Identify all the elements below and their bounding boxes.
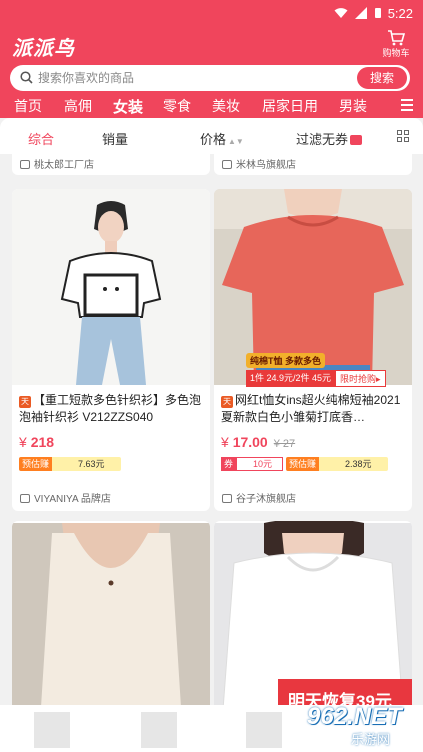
tab-womens-clothing[interactable]: 女装 bbox=[113, 96, 143, 120]
promo-banner: 纯棉T恤 多款多色 1件 24.9元/2件 45元 限时抢购▸ bbox=[246, 353, 386, 387]
shop-row: 米林鸟旗舰店 bbox=[222, 156, 296, 171]
tab-household[interactable]: 居家日用 bbox=[262, 96, 318, 116]
tab-high-commission[interactable]: 高佣 bbox=[64, 96, 92, 116]
nav-item[interactable] bbox=[34, 712, 70, 748]
product-title: 天【重工短款多色针织衫】多色泡泡袖针织衫 V212ZZS040 bbox=[19, 392, 205, 426]
product-image bbox=[12, 189, 210, 385]
battery-icon bbox=[374, 8, 381, 18]
shop-icon bbox=[20, 160, 30, 169]
sort-sales[interactable]: 销量 bbox=[102, 129, 128, 148]
watermark: 962.NET 乐游网 bbox=[307, 703, 417, 749]
shop-row: VIYANIYA 品牌店 bbox=[20, 490, 111, 505]
search-input[interactable] bbox=[38, 69, 338, 87]
shop-icon bbox=[20, 494, 30, 503]
tab-home[interactable]: 首页 bbox=[14, 96, 42, 116]
watermark-brand: 962.NET bbox=[307, 703, 402, 730]
signal-icon bbox=[354, 7, 367, 19]
grid-view-icon[interactable] bbox=[397, 130, 409, 142]
shop-row: 谷子沐旗舰店 bbox=[222, 490, 296, 505]
shop-name: 桃太郎工厂店 bbox=[34, 160, 94, 171]
shop-name: VIYANIYA 品牌店 bbox=[34, 494, 111, 505]
product-card[interactable] bbox=[12, 521, 210, 714]
product-card[interactable]: 桃太郎工厂店 bbox=[12, 154, 210, 175]
shop-icon bbox=[222, 160, 232, 169]
price-value: 218 bbox=[30, 434, 55, 450]
shop-name: 谷子沐旗舰店 bbox=[236, 494, 296, 505]
earn-value: 7.63元 bbox=[52, 457, 121, 471]
product-title-text: 【重工短款多色针织衫】多色泡泡袖针织衫 V212ZZS040 bbox=[19, 393, 202, 424]
product-title-text: 网红t恤女ins超火纯棉短袖2021夏新款白色小雏菊打底香… bbox=[221, 393, 401, 424]
cart-label: 购物车 bbox=[382, 48, 410, 58]
search-icon bbox=[20, 71, 33, 84]
tab-beauty[interactable]: 美妆 bbox=[212, 96, 240, 116]
estimated-earnings: 预估赚 2.38元 bbox=[286, 457, 388, 471]
coupon-value: 10元 bbox=[236, 457, 284, 471]
sort-price[interactable]: 价格 ▲▼ bbox=[200, 129, 244, 148]
promo-bundle-price: 1件 24.9元/2件 45元 bbox=[246, 370, 336, 387]
sort-price-label: 价格 bbox=[200, 132, 227, 147]
tab-mens-clothing[interactable]: 男装 bbox=[339, 96, 367, 116]
sort-bar: 综合 销量 价格 ▲▼ 过滤无券 bbox=[0, 118, 423, 154]
product-card[interactable]: 米林鸟旗舰店 bbox=[214, 154, 412, 175]
product-price: ¥ 218 bbox=[19, 434, 54, 450]
earn-value: 2.38元 bbox=[319, 457, 388, 471]
product-title: 天网红t恤女ins超火纯棉短袖2021夏新款白色小雏菊打底香… bbox=[221, 392, 407, 426]
status-bar: 5:22 bbox=[0, 0, 423, 26]
price-value: 17.00 bbox=[232, 434, 268, 450]
earn-label: 预估赚 bbox=[286, 457, 320, 471]
cart-icon bbox=[388, 30, 406, 46]
estimated-earnings: 预估赚 7.63元 bbox=[19, 457, 121, 471]
app-header: 派派鸟 购物车 bbox=[0, 26, 423, 64]
tmall-icon: 天 bbox=[19, 396, 31, 408]
coupon-icon bbox=[350, 135, 363, 145]
shop-name: 米林鸟旗舰店 bbox=[236, 160, 296, 171]
earn-label: 预估赚 bbox=[19, 457, 53, 471]
filter-no-coupon[interactable]: 过滤无券 bbox=[296, 129, 363, 148]
price-symbol: ¥ bbox=[221, 434, 229, 450]
wifi-icon bbox=[334, 8, 348, 18]
price-symbol: ¥ bbox=[19, 434, 27, 450]
category-menu-icon[interactable] bbox=[401, 99, 413, 111]
search-bar-area: 搜索 bbox=[0, 64, 423, 94]
coupon-label: 券 bbox=[221, 457, 237, 471]
sort-arrows-icon: ▲▼ bbox=[228, 137, 244, 146]
tmall-icon: 天 bbox=[221, 396, 233, 408]
app-logo: 派派鸟 bbox=[12, 38, 75, 60]
category-tabs: 首页 高佣 女装 零食 美妆 居家日用 男装 bbox=[0, 94, 423, 120]
promo-line1: 纯棉T恤 多款多色 bbox=[246, 353, 325, 368]
product-price: ¥ 17.00 ¥ 27 bbox=[221, 434, 295, 450]
product-card[interactable]: 明天恢复39元 bbox=[214, 521, 412, 714]
tab-snacks[interactable]: 零食 bbox=[163, 96, 191, 116]
coupon-badge: 券 10元 bbox=[221, 457, 284, 471]
sort-comprehensive[interactable]: 综合 bbox=[28, 129, 54, 148]
promo-cta: 限时抢购▸ bbox=[335, 370, 386, 387]
nav-item[interactable] bbox=[141, 712, 177, 748]
search-button[interactable]: 搜索 bbox=[357, 67, 407, 89]
shop-row: 桃太郎工厂店 bbox=[20, 156, 94, 171]
status-time: 5:22 bbox=[387, 5, 413, 21]
product-card[interactable]: 纯棉T恤 多款多色 1件 24.9元/2件 45元 限时抢购▸ 天网红t恤女ins… bbox=[214, 189, 412, 511]
product-image bbox=[12, 523, 210, 714]
cart-button[interactable]: 购物车 bbox=[379, 28, 413, 62]
shop-icon bbox=[222, 494, 232, 503]
filter-no-coupon-label: 过滤无券 bbox=[296, 132, 349, 147]
search-box: 搜索 bbox=[10, 65, 410, 91]
product-card[interactable]: 天【重工短款多色针织衫】多色泡泡袖针织衫 V212ZZS040 ¥ 218 预估… bbox=[12, 189, 210, 511]
original-price: ¥ 27 bbox=[273, 438, 296, 450]
product-feed: 桃太郎工厂店 米林鸟旗舰店 天【重工短款多色针织衫】多色泡泡袖针织衫 V212Z… bbox=[0, 154, 423, 714]
watermark-sub: 乐游网 bbox=[351, 732, 391, 747]
nav-item[interactable] bbox=[246, 712, 282, 748]
